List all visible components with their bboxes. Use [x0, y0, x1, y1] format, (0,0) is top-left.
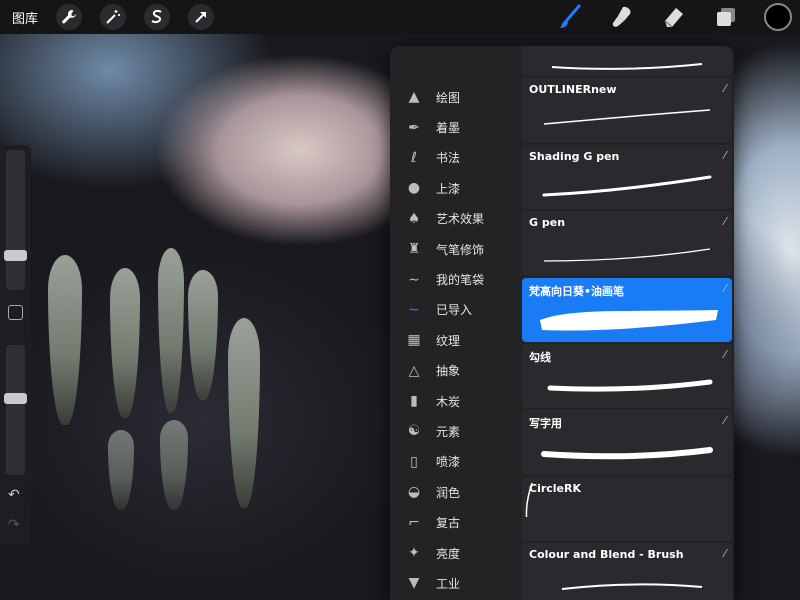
brush-stroke-mini-icon: ⁄: [724, 547, 726, 561]
canvas-art-fang: [228, 318, 260, 508]
brush-stroke-preview: [542, 175, 712, 197]
category-my-brushes[interactable]: ∼ 我的笔袋: [390, 264, 520, 294]
brush-stroke-mini-icon: ⁄: [724, 148, 726, 162]
texture-icon: ▦: [407, 332, 421, 349]
modify-button[interactable]: [8, 305, 23, 320]
brush-icon[interactable]: [556, 3, 584, 31]
brush-item[interactable]: Colour and Blend - Brush ⁄: [522, 543, 732, 600]
wrench-icon[interactable]: [56, 4, 83, 30]
brush-item[interactable]: [522, 46, 732, 76]
brush-stroke-mini-icon: ⁄: [724, 281, 726, 295]
layers-icon[interactable]: [712, 3, 740, 31]
brush-list: OUTLINERnew ⁄ Shading G pen ⁄ G pen ⁄ 梵高…: [522, 46, 732, 600]
left-sidebar: ↶ ↷: [0, 145, 31, 545]
luminance-icon: ✦: [408, 545, 420, 562]
ink-icon: ✒: [408, 119, 420, 136]
category-elements[interactable]: ☯ 元素: [390, 416, 520, 446]
brush-category-list: ▲ 绘图 ✒ 着墨 ℓ 书法 ● 上漆 ♠ 艺术效果 ♜ 气笔修饰 ∼ 我的笔袋 ∼ 已导入 ▦…: [390, 82, 520, 599]
category-abstract[interactable]: △ 抽象: [390, 356, 520, 386]
touchup-icon: ◒: [407, 484, 421, 501]
brush-stroke-preview: [551, 63, 703, 70]
brush-name: Colour and Blend - Brush: [529, 548, 684, 562]
brush-stroke-preview: [540, 309, 718, 331]
brush-item[interactable]: Shading G pen ⁄: [522, 144, 732, 209]
category-artistic[interactable]: ♠ 艺术效果: [390, 204, 520, 234]
brush-item[interactable]: OUTLINERnew ⁄: [522, 78, 732, 143]
category-spray[interactable]: ▯ 喷漆: [390, 447, 520, 477]
imported-icon: ∼: [408, 301, 420, 318]
selection-s-icon[interactable]: [144, 4, 171, 30]
eraser-icon[interactable]: [660, 3, 688, 31]
brush-item[interactable]: 写字用 ⁄: [522, 410, 732, 475]
magic-wand-icon[interactable]: [100, 4, 127, 30]
brush-item-selected[interactable]: 梵高向日葵•油画笔 ⁄: [522, 277, 732, 342]
brush-name: 写字用: [529, 417, 562, 431]
canvas-art-fang: [158, 248, 184, 413]
smudge-icon[interactable]: [608, 3, 636, 31]
brush-item[interactable]: G pen ⁄: [522, 211, 732, 276]
transform-arrow-icon[interactable]: [188, 4, 215, 30]
color-swatch[interactable]: [764, 3, 792, 31]
canvas-art-fang: [110, 268, 140, 418]
drawing-icon: ▲: [408, 89, 420, 106]
undo-icon[interactable]: ↶: [8, 487, 20, 503]
category-texture[interactable]: ▦ 纹理: [390, 325, 520, 355]
gallery-button[interactable]: 图库: [12, 8, 38, 27]
category-airbrush[interactable]: ♜ 气笔修饰: [390, 234, 520, 264]
canvas-art-fang: [160, 420, 188, 510]
category-industrial[interactable]: ▼ 工业: [390, 568, 520, 598]
spray-icon: ▯: [410, 453, 418, 470]
artistic-icon: ♠: [407, 210, 421, 227]
brush-item[interactable]: 勾线 ⁄: [522, 343, 732, 408]
category-calligraphy[interactable]: ℓ 书法: [390, 143, 520, 173]
brush-stroke-mini-icon: ⁄: [724, 82, 726, 96]
brush-name: 勾线: [529, 350, 551, 364]
category-ink[interactable]: ✒ 着墨: [390, 112, 520, 142]
brush-name: 梵高向日葵•油画笔: [529, 284, 625, 298]
category-imported[interactable]: ∼ 已导入: [390, 295, 520, 325]
brush-name: G pen: [529, 216, 566, 230]
right-tools: [556, 0, 800, 34]
category-paint[interactable]: ● 上漆: [390, 173, 520, 203]
brush-stroke-preview: [541, 447, 713, 460]
brush-stroke-preview: [543, 109, 711, 126]
brush-stroke-preview: [525, 482, 533, 517]
top-toolbar: 图库: [0, 0, 800, 34]
elements-icon: ☯: [407, 423, 421, 440]
brush-item[interactable]: CircleRK: [522, 476, 732, 541]
category-retro[interactable]: ⌐ 复古: [390, 507, 520, 537]
brush-stroke-mini-icon: ⁄: [724, 414, 726, 428]
opacity-slider[interactable]: [6, 345, 25, 475]
my-brushes-icon: ∼: [408, 271, 420, 288]
brush-stroke-preview: [547, 379, 713, 392]
brush-name: Shading G pen: [529, 149, 620, 163]
brush-stroke-preview: [561, 583, 703, 591]
paint-drop-icon: ●: [407, 180, 421, 197]
charcoal-icon: ▮: [410, 393, 418, 410]
industrial-icon: ▼: [408, 575, 420, 592]
canvas-art-fang: [48, 255, 82, 425]
brush-stroke-preview: [543, 248, 711, 262]
brush-size-slider[interactable]: [6, 150, 25, 290]
brush-size-knob[interactable]: [4, 250, 27, 261]
brush-library-panel: 画笔 + ▲绘图 ✒着墨 ℓ书法 ●上漆 ♠艺术效果 ♜气笔修饰 ∼我的笔袋 ∼…: [390, 46, 734, 600]
brush-name: OUTLINERnew: [529, 83, 617, 97]
canvas-art-fang: [188, 270, 218, 400]
brush-stroke-mini-icon: ⁄: [724, 347, 726, 361]
abstract-icon: △: [408, 362, 420, 379]
brush-stroke-mini-icon: ⁄: [724, 215, 726, 229]
calligraphy-icon: ℓ: [411, 149, 417, 166]
category-luminance[interactable]: ✦ 亮度: [390, 538, 520, 568]
category-touchup[interactable]: ◒ 润色: [390, 477, 520, 507]
category-drawing[interactable]: ▲ 绘图: [390, 82, 520, 112]
retro-icon: ⌐: [408, 514, 420, 531]
redo-icon[interactable]: ↷: [8, 517, 20, 533]
airbrush-icon: ♜: [407, 241, 421, 258]
category-charcoal[interactable]: ▮ 木炭: [390, 386, 520, 416]
opacity-knob[interactable]: [4, 393, 27, 404]
canvas-art-fang: [108, 430, 134, 510]
